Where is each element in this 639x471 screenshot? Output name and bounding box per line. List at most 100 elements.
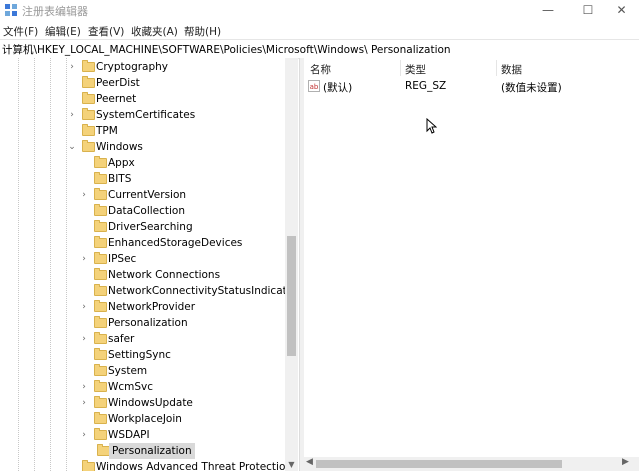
maximize-button[interactable]: ☐: [568, 0, 608, 21]
tree-item[interactable]: › WcmSvc: [0, 379, 285, 395]
tree-item[interactable]: NetworkConnectivityStatusIndicator: [0, 283, 298, 299]
folder-icon: [94, 332, 107, 344]
tree-item-label: NetworkProvider: [108, 301, 196, 313]
list-scroll-thumb[interactable]: [316, 460, 562, 468]
expand-arrow-icon[interactable]: ›: [67, 59, 77, 75]
tree-item-label: Personalization: [109, 443, 195, 459]
scroll-down-arrow[interactable]: ▼: [285, 459, 298, 471]
folder-icon: [94, 156, 107, 168]
tree-item[interactable]: › WindowsUpdate: [0, 395, 285, 411]
folder-icon: [94, 348, 107, 360]
column-header-type[interactable]: 类型: [405, 62, 426, 77]
close-button[interactable]: ✕: [604, 0, 639, 21]
folder-icon: [82, 76, 95, 88]
tree-item-label: TPM: [96, 125, 118, 137]
tree-item-label: System: [108, 365, 148, 377]
tree-item[interactable]: SettingSync: [0, 347, 285, 363]
tree-item[interactable]: PeerDist: [0, 75, 285, 91]
menu-edit[interactable]: 编辑(E): [45, 24, 81, 39]
tree-item-label: NetworkConnectivityStatusIndicator: [108, 285, 298, 297]
folder-icon: [82, 460, 95, 471]
address-path[interactable]: 计算机\HKEY_LOCAL_MACHINE\SOFTWARE\Policies…: [2, 42, 451, 57]
tree-item-label: WSDAPI: [108, 429, 150, 441]
expand-arrow-icon[interactable]: ›: [79, 379, 89, 395]
window-title: 注册表编辑器: [22, 5, 88, 18]
menu-view[interactable]: 查看(V): [88, 24, 124, 39]
folder-icon: [94, 412, 107, 424]
column-separator[interactable]: [496, 60, 497, 76]
registry-editor-icon: [5, 4, 17, 16]
value-name[interactable]: (默认): [323, 80, 352, 95]
value-data[interactable]: (数值未设置): [501, 80, 562, 95]
expand-arrow-icon[interactable]: ›: [79, 299, 89, 315]
tree-item-label: CurrentVersion: [108, 189, 187, 201]
folder-icon: [94, 204, 107, 216]
tree-item[interactable]: Network Connections: [0, 267, 285, 283]
scroll-right-arrow[interactable]: ▶: [622, 457, 629, 467]
tree-item[interactable]: Personalization: [0, 315, 285, 331]
folder-icon: [94, 172, 107, 184]
folder-icon: [94, 364, 107, 376]
tree-item-label: SettingSync: [108, 349, 171, 361]
folder-icon: [94, 380, 107, 392]
expand-arrow-icon[interactable]: ›: [79, 331, 89, 347]
tree-item[interactable]: TPM: [0, 123, 285, 139]
tree-item[interactable]: › WSDAPI: [0, 427, 285, 443]
tree-item[interactable]: DriverSearching: [0, 219, 285, 235]
tree-item[interactable]: › NetworkProvider: [0, 299, 285, 315]
tree-item[interactable]: WorkplaceJoin: [0, 411, 285, 427]
collapse-arrow-icon[interactable]: ⌄: [67, 139, 77, 155]
tree-item-label: Peernet: [96, 93, 137, 105]
tree-item-label: Windows Advanced Threat Protection: [96, 461, 293, 471]
tree-item[interactable]: Windows Advanced Threat Protection: [0, 459, 292, 471]
scroll-left-arrow[interactable]: ◀: [306, 457, 313, 467]
menu-favorites[interactable]: 收藏夹(A): [131, 24, 178, 39]
expand-arrow-icon[interactable]: ›: [67, 107, 77, 123]
tree-item[interactable]: › safer: [0, 331, 285, 347]
folder-icon: [82, 124, 95, 136]
tree-item-label: Windows: [96, 141, 143, 153]
tree-item[interactable]: DataCollection: [0, 203, 285, 219]
expand-arrow-icon[interactable]: ›: [79, 395, 89, 411]
column-separator[interactable]: [400, 60, 401, 76]
menu-file[interactable]: 文件(F): [3, 24, 38, 39]
tree-item[interactable]: Peernet: [0, 91, 285, 107]
tree-item[interactable]: › SystemCertificates: [0, 107, 285, 123]
folder-icon: [94, 300, 107, 312]
title-bar: 注册表编辑器 — ☐ ✕: [0, 0, 639, 21]
tree-item[interactable]: EnhancedStorageDevices: [0, 235, 285, 251]
tree-item[interactable]: BITS: [0, 171, 285, 187]
tree-item-label: SystemCertificates: [96, 109, 196, 121]
column-header-name[interactable]: 名称: [310, 62, 331, 77]
tree-scroll-thumb[interactable]: [287, 236, 296, 356]
tree-item-label: PeerDist: [96, 77, 140, 89]
folder-icon: [82, 140, 95, 152]
expand-arrow-icon[interactable]: ›: [79, 427, 89, 443]
tree-item[interactable]: Appx: [0, 155, 285, 171]
address-bar[interactable]: 计算机\HKEY_LOCAL_MACHINE\SOFTWARE\Policies…: [0, 39, 639, 59]
folder-icon: [94, 268, 107, 280]
expand-arrow-icon[interactable]: ›: [79, 251, 89, 267]
tree-item-label: IPSec: [108, 253, 137, 265]
folder-icon: [82, 60, 95, 72]
expand-arrow-icon[interactable]: ›: [79, 187, 89, 203]
tree-item[interactable]: › CurrentVersion: [0, 187, 285, 203]
menu-help[interactable]: 帮助(H): [184, 24, 221, 39]
tree-item[interactable]: › IPSec: [0, 251, 285, 267]
value-type[interactable]: REG_SZ: [405, 80, 446, 92]
tree-item-label: Cryptography: [96, 61, 169, 73]
tree-item-label: DataCollection: [108, 205, 186, 217]
tree-item[interactable]: ⌄ Windows: [0, 139, 285, 155]
tree-item[interactable]: › Cryptography: [0, 59, 285, 75]
folder-icon: [94, 236, 107, 248]
folder-icon: [82, 108, 95, 120]
tree-item[interactable]: System: [0, 363, 285, 379]
minimize-button[interactable]: —: [528, 0, 568, 21]
tree-item-label: EnhancedStorageDevices: [108, 237, 243, 249]
tree-item-label: Appx: [108, 157, 135, 169]
folder-icon: [94, 316, 107, 328]
tree-item-label: WcmSvc: [108, 381, 154, 393]
tree-item[interactable]: Personalization: [0, 443, 285, 459]
mouse-pointer-icon: [426, 118, 437, 134]
column-header-data[interactable]: 数据: [501, 62, 522, 77]
